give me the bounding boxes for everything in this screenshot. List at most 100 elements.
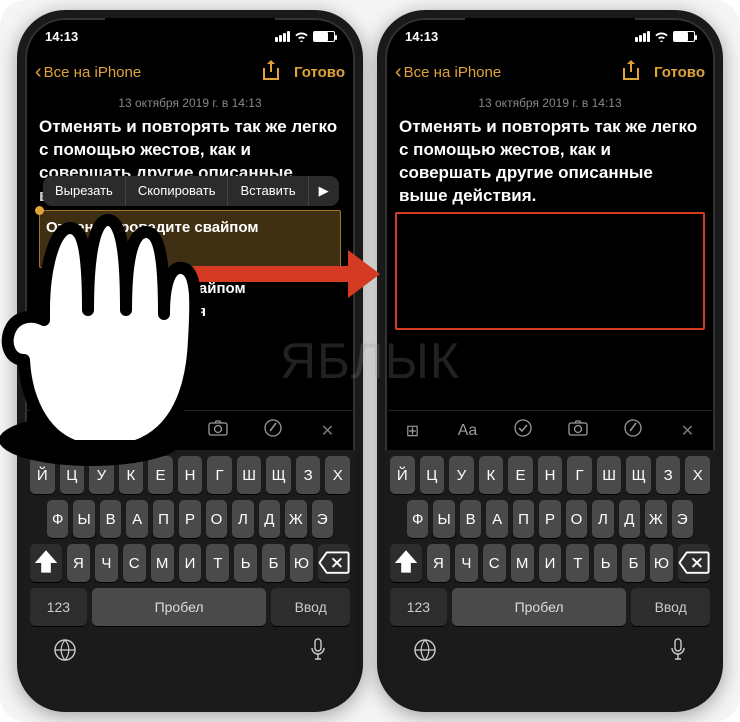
key-Э[interactable]: Э <box>312 500 333 538</box>
key-О[interactable]: О <box>566 500 587 538</box>
key-Ю[interactable]: Ю <box>290 544 313 582</box>
keyboard-row-2: ФЫВАПРОЛДЖЭ <box>25 494 355 538</box>
key-Ц[interactable]: Ц <box>420 456 445 494</box>
key-Л[interactable]: Л <box>232 500 253 538</box>
key-Н[interactable]: Н <box>538 456 563 494</box>
key-В[interactable]: В <box>100 500 121 538</box>
shift-key[interactable] <box>30 544 62 582</box>
key-М[interactable]: М <box>511 544 534 582</box>
wifi-icon <box>294 31 309 42</box>
key-Ж[interactable]: Ж <box>645 500 666 538</box>
backspace-key[interactable] <box>678 544 710 582</box>
key-Ю[interactable]: Ю <box>650 544 673 582</box>
key-Х[interactable]: Х <box>685 456 710 494</box>
dictation-key[interactable] <box>309 638 327 668</box>
key-Я[interactable]: Я <box>67 544 90 582</box>
chevron-left-icon: ‹ <box>395 62 402 82</box>
key-Х[interactable]: Х <box>325 456 350 494</box>
context-cut[interactable]: Вырезать <box>43 176 126 206</box>
key-Р[interactable]: Р <box>179 500 200 538</box>
battery-icon <box>673 31 695 42</box>
close-icon[interactable]: ✕ <box>671 421 705 441</box>
key-Ь[interactable]: Ь <box>234 544 257 582</box>
back-button[interactable]: ‹ Все на iPhone <box>35 62 262 82</box>
key-А[interactable]: А <box>126 500 147 538</box>
key-Ь[interactable]: Ь <box>594 544 617 582</box>
key-Ч[interactable]: Ч <box>455 544 478 582</box>
key-В[interactable]: В <box>460 500 481 538</box>
close-icon[interactable]: ✕ <box>311 421 345 441</box>
key-З[interactable]: З <box>296 456 321 494</box>
key-Я[interactable]: Я <box>427 544 450 582</box>
context-copy[interactable]: Скопировать <box>126 176 229 206</box>
key-Ч[interactable]: Ч <box>95 544 118 582</box>
text-format-icon[interactable]: Aa <box>451 422 485 440</box>
key-Ы[interactable]: Ы <box>73 500 94 538</box>
return-key[interactable]: Ввод <box>271 588 350 626</box>
key-Ш[interactable]: Ш <box>237 456 262 494</box>
key-Щ[interactable]: Щ <box>626 456 651 494</box>
backspace-key[interactable] <box>318 544 350 582</box>
emoji-key[interactable] <box>53 638 77 668</box>
return-key[interactable]: Ввод <box>631 588 710 626</box>
emoji-key[interactable] <box>413 638 437 668</box>
three-finger-swipe-icon <box>0 210 216 470</box>
key-Д[interactable]: Д <box>619 500 640 538</box>
key-С[interactable]: С <box>483 544 506 582</box>
numbers-key[interactable]: 123 <box>30 588 87 626</box>
key-Б[interactable]: Б <box>262 544 285 582</box>
space-key[interactable]: Пробел <box>92 588 267 626</box>
status-indicators <box>635 31 695 42</box>
share-icon[interactable] <box>262 60 280 84</box>
key-У[interactable]: У <box>449 456 474 494</box>
key-П[interactable]: П <box>513 500 534 538</box>
checklist-icon[interactable] <box>506 418 540 443</box>
done-button[interactable]: Готово <box>294 64 345 81</box>
navbar: ‹ Все на iPhone Готово <box>385 52 715 92</box>
share-icon[interactable] <box>622 60 640 84</box>
done-button[interactable]: Готово <box>654 64 705 81</box>
key-Е[interactable]: Е <box>508 456 533 494</box>
key-Р[interactable]: Р <box>539 500 560 538</box>
key-Й[interactable]: Й <box>390 456 415 494</box>
keyboard-row-3: ЯЧСМИТЬБЮ <box>25 538 355 582</box>
key-Д[interactable]: Д <box>259 500 280 538</box>
key-Т[interactable]: Т <box>566 544 589 582</box>
notch <box>105 18 275 44</box>
space-key[interactable]: Пробел <box>452 588 627 626</box>
key-О[interactable]: О <box>206 500 227 538</box>
keyboard-bottom-row <box>385 632 715 678</box>
key-З[interactable]: З <box>656 456 681 494</box>
key-Б[interactable]: Б <box>622 544 645 582</box>
key-Ф[interactable]: Ф <box>407 500 428 538</box>
back-button[interactable]: ‹ Все на iPhone <box>395 62 622 82</box>
shift-key[interactable] <box>390 544 422 582</box>
key-С[interactable]: С <box>123 544 146 582</box>
camera-icon[interactable] <box>561 420 595 441</box>
context-more[interactable]: ▶ <box>309 176 339 206</box>
markup-icon[interactable] <box>616 418 650 443</box>
key-К[interactable]: К <box>479 456 504 494</box>
key-И[interactable]: И <box>539 544 562 582</box>
key-П[interactable]: П <box>153 500 174 538</box>
keyboard-row-1: ЙЦУКЕНГШЩЗХ <box>385 450 715 494</box>
key-Щ[interactable]: Щ <box>266 456 291 494</box>
key-Ш[interactable]: Ш <box>597 456 622 494</box>
key-Э[interactable]: Э <box>672 500 693 538</box>
table-icon[interactable]: ⊞ <box>396 421 430 441</box>
key-М[interactable]: М <box>151 544 174 582</box>
key-И[interactable]: И <box>179 544 202 582</box>
context-paste[interactable]: Вставить <box>228 176 308 206</box>
chevron-left-icon: ‹ <box>35 62 42 82</box>
key-Л[interactable]: Л <box>592 500 613 538</box>
key-Ж[interactable]: Ж <box>285 500 306 538</box>
key-Ф[interactable]: Ф <box>47 500 68 538</box>
dictation-key[interactable] <box>669 638 687 668</box>
key-Г[interactable]: Г <box>567 456 592 494</box>
key-Ы[interactable]: Ы <box>433 500 454 538</box>
keyboard-row-4: 123 Пробел Ввод <box>25 582 355 632</box>
numbers-key[interactable]: 123 <box>390 588 447 626</box>
key-А[interactable]: А <box>486 500 507 538</box>
markup-icon[interactable] <box>256 418 290 443</box>
key-Т[interactable]: Т <box>206 544 229 582</box>
